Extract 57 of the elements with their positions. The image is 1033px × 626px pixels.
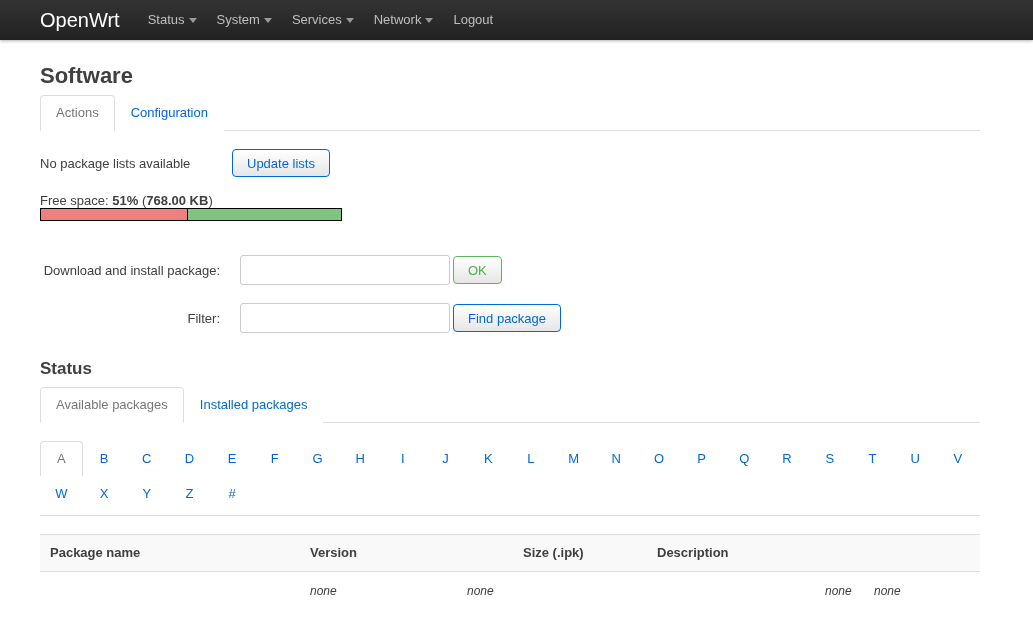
table-cell: none <box>825 584 852 598</box>
letter-tab[interactable]: G <box>296 441 339 476</box>
letter-tab[interactable]: V <box>936 441 980 476</box>
tab[interactable]: Available packages <box>40 387 184 423</box>
letter-tab[interactable]: B <box>82 441 126 476</box>
free-space-label: Free space: 51% (768.00 KB) <box>40 193 213 208</box>
package-input-field[interactable] <box>240 255 450 285</box>
column-header: Description <box>656 544 730 562</box>
letter-tab[interactable]: # <box>210 476 254 511</box>
table-cell: none <box>467 584 494 598</box>
field-label: Filter: <box>186 310 220 326</box>
letter-tab[interactable]: C <box>125 441 169 476</box>
letter-tab[interactable]: L <box>509 441 553 476</box>
column-header: Size (.ipk) <box>522 544 585 562</box>
letter-tab[interactable]: P <box>680 441 723 476</box>
nav-menu-item[interactable]: System <box>206 0 282 40</box>
letter-tab[interactable]: M <box>552 441 595 476</box>
letter-tab[interactable]: S <box>808 441 852 476</box>
caret-icon <box>425 17 434 23</box>
nav-menu-item[interactable]: Network <box>363 0 444 40</box>
update-lists-button[interactable]: Update lists <box>232 149 330 177</box>
letter-tab[interactable]: H <box>338 441 382 476</box>
letter-tab[interactable]: R <box>765 441 809 476</box>
letter-tab[interactable]: I <box>381 441 425 476</box>
letter-tab[interactable]: J <box>424 441 467 476</box>
letter-tab[interactable]: U <box>893 441 937 476</box>
field-label: Download and install package: <box>42 262 220 278</box>
filter-input-field[interactable] <box>240 303 450 333</box>
letter-tab[interactable]: O <box>637 441 681 476</box>
letter-tab[interactable]: F <box>253 441 297 476</box>
letter-tab[interactable]: D <box>168 441 211 476</box>
letter-tab[interactable]: E <box>210 441 254 476</box>
page-title: Software <box>40 63 134 89</box>
letter-tab[interactable]: T <box>851 441 894 476</box>
letter-tab[interactable]: Z <box>168 476 211 511</box>
letter-tab[interactable]: N <box>594 441 638 476</box>
column-header: Package name <box>49 544 142 562</box>
nav-menu-item[interactable]: Status <box>137 0 207 40</box>
find-package-button[interactable]: Find package <box>453 304 562 332</box>
caret-icon <box>345 17 354 23</box>
nav-menu-item[interactable]: Services <box>281 0 364 40</box>
caret-icon <box>263 17 272 23</box>
letter-tab[interactable]: W <box>40 476 83 511</box>
letter-tab[interactable]: Q <box>723 441 766 476</box>
table-cell: none <box>310 584 337 598</box>
column-header: Version <box>309 544 358 562</box>
caret-icon <box>188 17 197 23</box>
letter-tab[interactable]: A <box>40 441 83 476</box>
section-title: Status <box>40 359 93 379</box>
letter-tab[interactable]: X <box>82 476 126 511</box>
status-message: No package lists available <box>40 155 192 171</box>
letter-tab[interactable]: Y <box>125 476 169 511</box>
letter-tab[interactable]: K <box>466 441 510 476</box>
tab[interactable]: Actions <box>40 95 115 131</box>
nav-menu-item[interactable]: Logout <box>443 0 504 40</box>
table-cell: none <box>874 584 901 598</box>
brand-logo[interactable]: OpenWrt <box>40 8 120 32</box>
